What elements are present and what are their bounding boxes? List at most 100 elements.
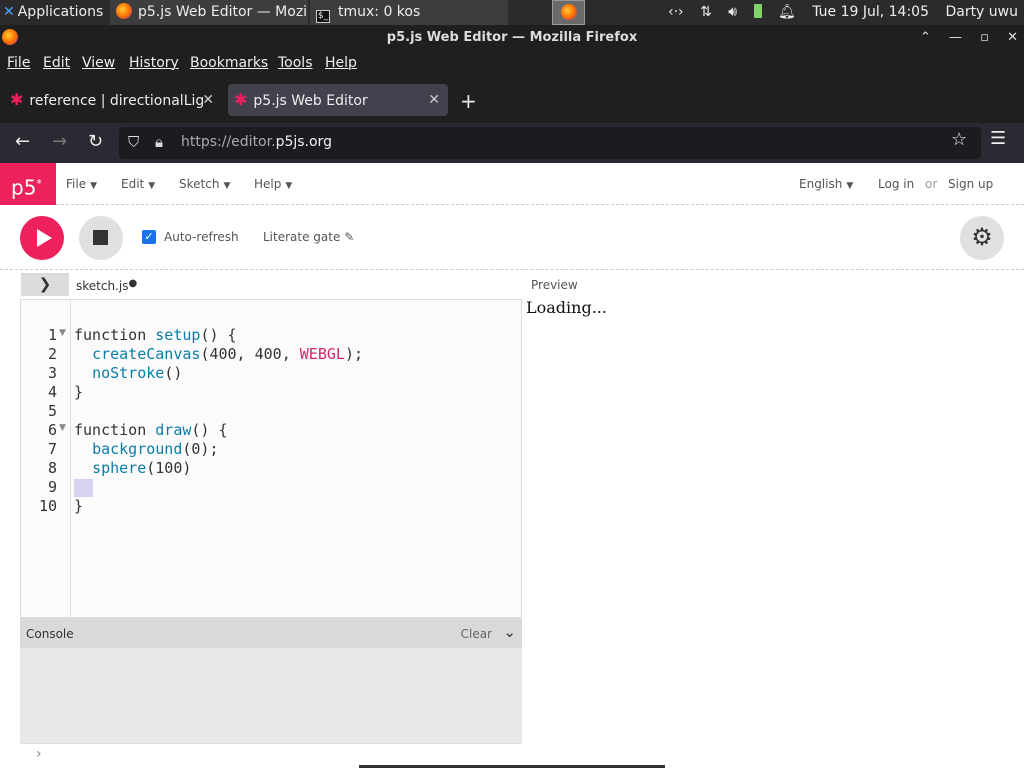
minimize-icon[interactable]: — xyxy=(949,30,962,45)
menu-file[interactable]: File xyxy=(7,55,30,71)
login-link[interactable]: Log in xyxy=(878,177,914,191)
forward-arrow-icon[interactable]: → xyxy=(52,131,67,152)
tab-p5-editor[interactable]: ✱ p5.js Web Editor ✕ xyxy=(228,84,448,116)
p5-asterisk-icon: ✱ xyxy=(234,90,248,109)
fold-arrow-icon[interactable]: ▼ xyxy=(59,328,66,338)
menu-tools[interactable]: Tools xyxy=(278,55,313,71)
line-number: 2 xyxy=(47,345,57,363)
chevron-down-icon[interactable]: ⌄ xyxy=(503,623,516,641)
notification-bell-icon[interactable]: 🔔︎ xyxy=(778,4,796,20)
system-tray: ‹·› ⇅ 🔊︎ 🔔︎ Tue 19 Jul, 14:05 Darty uwu xyxy=(656,0,1018,25)
code-editor[interactable]: 1 ▼ 2 3 4 5 6 ▼ 7 8 9 10 function setup(… xyxy=(20,299,522,618)
caret-down-icon: ▼ xyxy=(285,181,293,191)
line-number: 5 xyxy=(47,402,57,420)
lock-icon[interactable]: 🔒︎ xyxy=(155,133,163,151)
code-line[interactable]: sphere(100) xyxy=(74,459,191,477)
address-bar[interactable]: ⛉ 🔒︎ https://editor.p5js.org xyxy=(119,127,981,159)
chevron-right-icon: › xyxy=(36,746,42,762)
network-icon[interactable]: ‹·› xyxy=(668,4,684,20)
user-name[interactable]: Darty uwu xyxy=(945,4,1018,20)
sidebar-toggle-chevron-icon[interactable]: ❯ xyxy=(21,273,69,296)
language-select[interactable]: English ▼ xyxy=(799,177,853,191)
volume-icon[interactable]: 🔊︎ xyxy=(728,4,737,20)
console-header: Console Clear ⌄ xyxy=(20,618,522,648)
menu-edit[interactable]: Edit xyxy=(43,55,70,71)
menubar: File Edit View History Bookmarks Tools H… xyxy=(0,50,1024,77)
menu-bookmarks[interactable]: Bookmarks xyxy=(190,55,268,71)
pencil-icon[interactable]: ✎ xyxy=(344,230,354,244)
caret-down-icon: ▼ xyxy=(90,181,98,191)
line-number: 6 xyxy=(47,421,57,439)
close-tab-icon[interactable]: ✕ xyxy=(202,84,214,116)
p5-logo[interactable]: p5* xyxy=(0,163,56,205)
line-number: 4 xyxy=(47,383,57,401)
p5-menu-edit[interactable]: Edit ▼ xyxy=(121,177,155,191)
shield-icon[interactable]: ⛉ xyxy=(128,133,139,151)
hamburger-menu-icon[interactable]: ☰ xyxy=(990,128,1006,149)
terminal-icon: $_ xyxy=(316,10,330,23)
transfer-icon[interactable]: ⇅ xyxy=(700,4,712,20)
preview-label: Preview xyxy=(531,278,578,292)
play-button[interactable] xyxy=(20,216,64,260)
window-titlebar: p5.js Web Editor — Mozilla Firefox ⌃ — ▫… xyxy=(0,25,1024,50)
stop-button[interactable] xyxy=(79,216,123,260)
firefox-icon xyxy=(2,29,18,45)
sketch-name[interactable]: Literate gate ✎ xyxy=(263,230,354,244)
auto-refresh-label[interactable]: Auto-refresh xyxy=(164,230,239,244)
line-gutter: 1 ▼ 2 3 4 5 6 ▼ 7 8 9 10 xyxy=(21,300,71,617)
bookmark-star-icon[interactable]: ☆ xyxy=(951,129,967,150)
close-tab-icon[interactable]: ✕ xyxy=(428,84,440,116)
applications-menu[interactable]: ✕ Applications xyxy=(0,0,108,25)
menu-help[interactable]: Help xyxy=(325,55,357,71)
console-title: Console xyxy=(26,627,74,641)
sketch-toolbar: ✓ Auto-refresh Literate gate ✎ ⚙ xyxy=(0,206,1024,270)
code-line[interactable]: noStroke() xyxy=(74,364,182,382)
code-line[interactable]: } xyxy=(74,383,83,401)
fold-arrow-icon[interactable]: ▼ xyxy=(59,423,66,433)
taskbar-firefox-window[interactable]: p5.js Web Editor — Mozi... xyxy=(110,0,308,25)
console-clear-button[interactable]: Clear xyxy=(461,627,492,641)
unsaved-dot-icon: ● xyxy=(128,278,138,289)
maximize-icon[interactable]: ▫ xyxy=(980,30,989,45)
code-line[interactable]: function draw() { xyxy=(74,421,228,439)
signup-link[interactable]: Sign up xyxy=(948,177,993,191)
workspace-thumbnail[interactable] xyxy=(552,0,585,25)
navigation-bar: ← → ↻ ⛉ 🔒︎ https://editor.p5js.org ☆ ☰ xyxy=(0,123,1024,163)
url-text[interactable]: https://editor.p5js.org xyxy=(181,134,332,150)
p5-menu-file[interactable]: File ▼ xyxy=(66,177,97,191)
p5-nav: File ▼ Edit ▼ Sketch ▼ Help ▼ English ▼ Log i… xyxy=(56,163,1024,205)
expand-icon[interactable]: ⌃ xyxy=(920,30,931,45)
line-number: 3 xyxy=(47,364,57,382)
or-separator: or xyxy=(925,177,938,191)
caret-down-icon: ▼ xyxy=(846,181,854,191)
reload-icon[interactable]: ↻ xyxy=(88,131,103,152)
tab-reference[interactable]: ✱ reference | directionalLig ✕ xyxy=(4,84,222,116)
new-tab-icon[interactable]: + xyxy=(460,89,477,113)
xfce-icon: ✕ xyxy=(3,4,15,20)
battery-icon[interactable] xyxy=(753,4,762,18)
taskbar-tmux-window[interactable]: $_ tmux: 0 kos xyxy=(310,0,508,25)
tab-bar: ✱ reference | directionalLig ✕ ✱ p5.js Web… xyxy=(0,77,1024,123)
menu-history[interactable]: History xyxy=(129,55,179,71)
file-tab-sketch[interactable]: sketch.js● xyxy=(76,278,137,293)
close-icon[interactable]: ✕ xyxy=(1007,30,1018,45)
caret-down-icon: ▼ xyxy=(223,181,231,191)
code-line[interactable]: } xyxy=(74,497,83,515)
system-taskbar: ✕ Applications p5.js Web Editor — Mozi...… xyxy=(0,0,1024,25)
preview-loading-text: Loading... xyxy=(526,298,607,317)
caret-down-icon: ▼ xyxy=(148,181,156,191)
line-number: 1 xyxy=(47,326,57,344)
console-output xyxy=(20,648,522,743)
code-line[interactable]: createCanvas(400, 400, WEBGL); xyxy=(74,345,363,363)
settings-gear-icon[interactable]: ⚙ xyxy=(960,216,1004,260)
code-line[interactable]: function setup() { xyxy=(74,326,237,344)
auto-refresh-checkbox[interactable]: ✓ xyxy=(142,230,156,244)
line-number: 7 xyxy=(47,440,57,458)
p5-menu-sketch[interactable]: Sketch ▼ xyxy=(179,177,230,191)
menu-view[interactable]: View xyxy=(82,55,115,71)
code-line[interactable]: background(0); xyxy=(74,440,218,458)
p5-menu-help[interactable]: Help ▼ xyxy=(254,177,292,191)
line-number: 8 xyxy=(47,459,57,477)
clock[interactable]: Tue 19 Jul, 14:05 xyxy=(812,4,929,20)
back-arrow-icon[interactable]: ← xyxy=(15,131,30,152)
